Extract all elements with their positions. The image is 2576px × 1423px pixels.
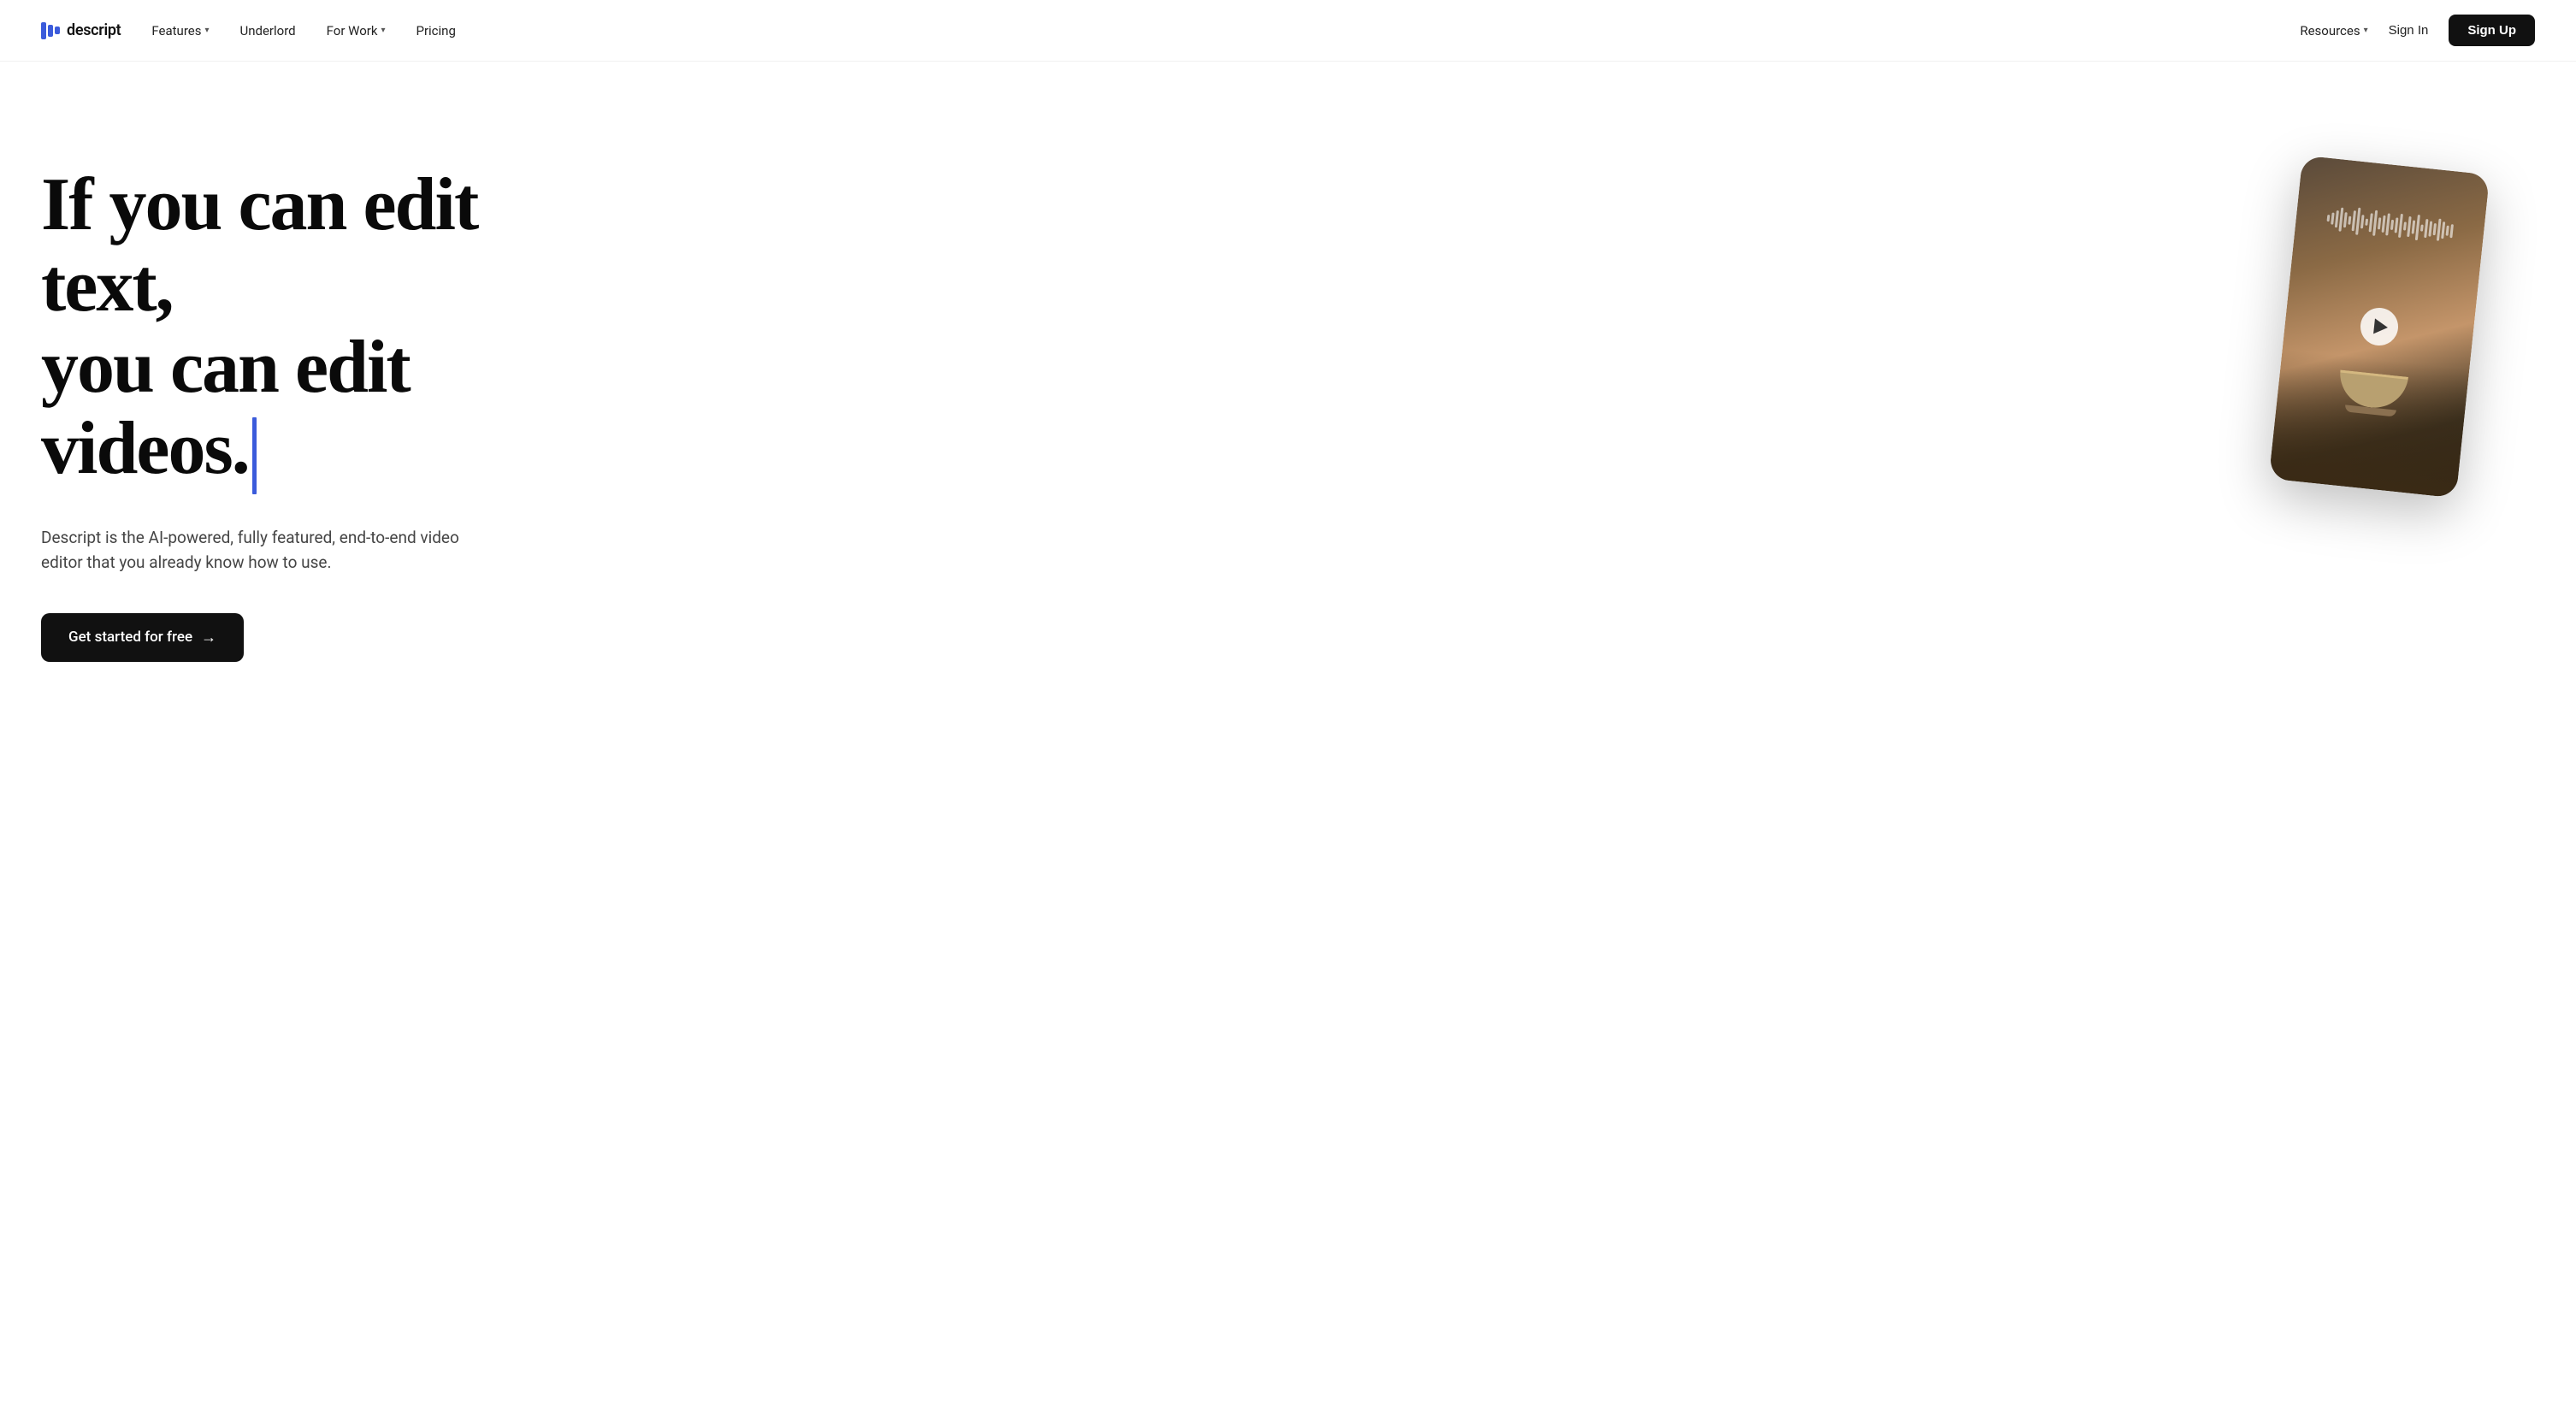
nav-link-features[interactable]: Features ▾ bbox=[151, 23, 209, 38]
wave-bar bbox=[2378, 217, 2381, 229]
wave-bar bbox=[2433, 223, 2437, 235]
wave-bar bbox=[2446, 226, 2449, 236]
nav-link-underlord[interactable]: Underlord bbox=[240, 23, 296, 38]
nav-link-pricing[interactable]: Pricing bbox=[416, 23, 455, 38]
logo-icon bbox=[41, 22, 60, 39]
logo-text: descript bbox=[67, 21, 121, 39]
wave-bar bbox=[2398, 214, 2403, 238]
wave-bar bbox=[2385, 213, 2390, 235]
chevron-down-icon: ▾ bbox=[204, 26, 209, 35]
wave-bar bbox=[2348, 216, 2351, 225]
chevron-down-icon: ▾ bbox=[2364, 26, 2368, 35]
wave-bar bbox=[2407, 216, 2411, 237]
navbar: descript Features ▾ Underlord For Work ▾… bbox=[0, 0, 2576, 62]
wave-bar bbox=[2449, 224, 2454, 238]
nav-link-resources[interactable]: Resources ▾ bbox=[2300, 23, 2367, 38]
nav-right: Resources ▾ Sign In Sign Up bbox=[2300, 15, 2535, 46]
wave-bar bbox=[2360, 215, 2365, 228]
phone-screen bbox=[2269, 156, 2490, 499]
wave-bar bbox=[2390, 220, 2394, 230]
wave-bar bbox=[2420, 224, 2424, 231]
wave-bar bbox=[2428, 221, 2432, 237]
nav-link-for-work[interactable]: For Work ▾ bbox=[327, 23, 386, 38]
wave-bar bbox=[2415, 215, 2420, 240]
wave-bar bbox=[2327, 215, 2331, 221]
waveform-overlay bbox=[2294, 189, 2486, 260]
wave-bar bbox=[2372, 210, 2378, 236]
hero-content: If you can edit text, you can edit video… bbox=[41, 147, 571, 662]
hero-section: If you can edit text, you can edit video… bbox=[0, 62, 2576, 1423]
cta-arrow-icon: → bbox=[201, 629, 216, 647]
phone-mockup bbox=[2269, 156, 2490, 499]
play-button-overlay[interactable] bbox=[2359, 306, 2400, 347]
sign-up-button[interactable]: Sign Up bbox=[2449, 15, 2535, 46]
wave-bar bbox=[2395, 217, 2399, 233]
chevron-down-icon: ▾ bbox=[381, 26, 385, 35]
wave-bar bbox=[2365, 219, 2368, 226]
cta-button[interactable]: Get started for free → bbox=[41, 613, 244, 662]
bowl-decoration bbox=[2337, 370, 2408, 411]
play-icon bbox=[2373, 318, 2389, 335]
hero-visual bbox=[2285, 164, 2508, 489]
wave-bar bbox=[2331, 212, 2334, 224]
wave-bar bbox=[2343, 212, 2348, 227]
logo[interactable]: descript bbox=[41, 21, 121, 39]
hero-headline: If you can edit text, you can edit video… bbox=[41, 164, 571, 494]
wave-bar bbox=[2338, 208, 2343, 232]
wave-bar bbox=[2412, 220, 2416, 233]
nav-left: descript Features ▾ Underlord For Work ▾… bbox=[41, 21, 456, 39]
cta-label: Get started for free bbox=[68, 629, 192, 646]
text-cursor bbox=[252, 417, 257, 494]
wave-bar bbox=[2355, 208, 2360, 235]
wave-bar bbox=[2441, 221, 2445, 239]
sign-in-button[interactable]: Sign In bbox=[2389, 23, 2429, 38]
hero-subtext: Descript is the AI-powered, fully featur… bbox=[41, 525, 486, 576]
wave-bar bbox=[2403, 221, 2407, 230]
